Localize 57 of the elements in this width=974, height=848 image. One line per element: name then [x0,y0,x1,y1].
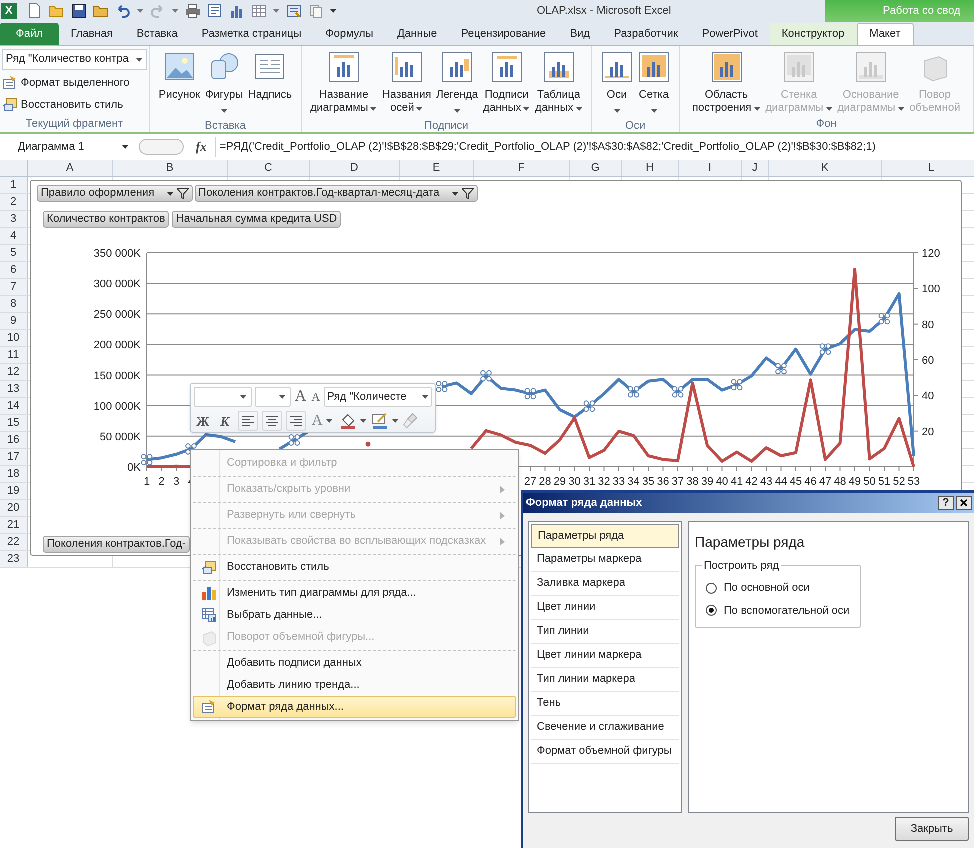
axis-label: 150 000K [94,370,141,382]
radio-label: По вспомогательной оси [724,604,850,618]
radio-label: По основной оси [724,581,810,596]
axis-label: 350 000K [94,248,141,260]
group-label: Оси [624,119,647,134]
group-label: Текущий фрагмент [24,117,124,132]
axis-label: 29 [554,476,566,488]
axis-label: 41 [730,476,744,488]
app-logo: X [1,3,17,19]
axis-label: 0K [128,462,141,474]
group-label: Фон [815,117,838,132]
axis-label: 100 [922,284,940,296]
axis-label: 200 000K [94,340,141,352]
axis-label: 80 [922,319,934,332]
group-label: Подписи [424,119,470,134]
axis-label: 47 [819,476,832,488]
context-tab-header: Работа со свод [825,0,974,22]
axis-label: 1 [144,476,150,488]
axis-label: 37 [672,476,684,488]
axis-label: 33 [612,476,626,488]
axis-label: 51 [878,476,891,488]
axis-label: 52 [893,476,906,488]
window-title: OLAP.xlsx - Microsoft Excel [537,4,672,19]
axis-label: 300 000K [94,278,141,291]
axis-label: 45 [790,476,802,488]
dialog-title: Формат ряда данных [526,496,644,511]
axis-label: 43 [760,476,773,488]
axis-label: 30 [568,476,581,488]
axis-label: 20 [922,426,934,438]
axis-label: 32 [598,476,610,488]
panel-heading: Параметры ряда [695,533,806,552]
group-label: Вставка [204,119,247,134]
axis-label: 38 [686,476,699,488]
axis-label: 49 [848,476,862,488]
axis-label: 50 000K [100,431,141,444]
axis-label: 40 [716,476,728,488]
axis-label: 2 [158,476,165,488]
axis-label: 250 000K [94,309,141,322]
axis-label: 50 [864,476,876,488]
axis-label: 60 [922,355,934,367]
axis-label: 40 [922,390,934,403]
group-label: Построить ряд [702,558,782,574]
axis-label: 44 [775,476,788,488]
axis-label: 120 [922,248,940,260]
axis-label: 53 [908,476,920,488]
axis-label: 39 [701,476,714,488]
axis-label: 3 [173,476,180,488]
axis-label: 28 [539,476,552,488]
axis-label: 27 [524,476,537,488]
axis-label: 35 [642,476,655,488]
axis-label: 46 [804,476,817,488]
axis-label: 100 000K [94,400,141,413]
axis-label: 36 [657,476,670,488]
axis-label: 31 [583,476,596,488]
axis-label: 34 [628,476,640,488]
axis-label: 42 [746,476,758,488]
axis-label: 48 [834,476,846,488]
